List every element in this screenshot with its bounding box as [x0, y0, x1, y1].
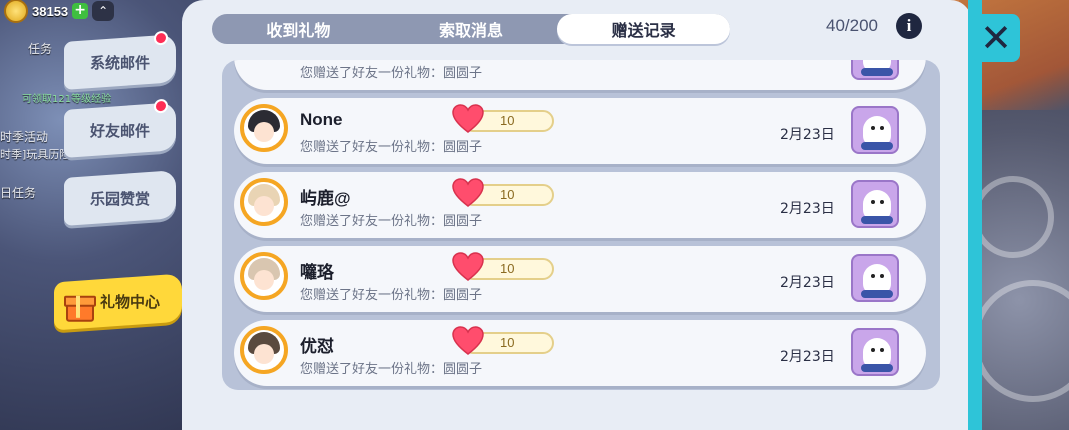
daily-task-label[interactable]: 日任务 — [0, 184, 36, 201]
season-activity-sub-label: 时季]玩具历险 — [0, 148, 71, 161]
background-joystick-icon — [972, 176, 1054, 258]
avatar[interactable] — [240, 178, 288, 226]
seal-plush-icon — [851, 328, 899, 376]
task-label[interactable]: 任务 — [28, 40, 52, 57]
record-date: 2月23日 — [780, 127, 835, 143]
record-description: 您赠送了好友一份礼物：圆圆子 — [300, 66, 483, 81]
heart-icon — [452, 326, 484, 355]
list-item: 优怼 您赠送了好友一份礼物：圆圆子 10 2月23日 — [234, 320, 926, 386]
exp-hint-label: 可领取121等级经验 — [22, 94, 112, 105]
list-item-partial: 您赠送了好友一份礼物：圆圆子 — [234, 60, 926, 90]
record-date: 2月23日 — [780, 349, 835, 365]
info-icon[interactable]: i — [896, 13, 922, 39]
tab-park-appreciation[interactable]: 乐园赞赏 — [64, 170, 176, 226]
tab-sent-records[interactable]: 赠送记录 — [557, 14, 731, 44]
record-list[interactable]: 您赠送了好友一份礼物：圆圆子 None 您赠送了好友一份礼物：圆圆子 10 2月… — [222, 60, 940, 390]
heart-icon — [452, 178, 484, 207]
heart-icon — [452, 104, 484, 133]
season-activity-label[interactable]: 时季活动 — [0, 128, 48, 145]
tab-system-mail-label: 系统邮件 — [89, 53, 150, 72]
friend-name: 囖珞 — [300, 263, 334, 282]
friend-name: None — [300, 110, 343, 129]
record-description: 您赠送了好友一份礼物：圆圆子 — [300, 140, 483, 155]
tab-gift-center[interactable]: 礼物中心 — [54, 273, 182, 331]
coin-value: 38153 — [32, 3, 69, 19]
record-description: 您赠送了好友一份礼物：圆圆子 — [300, 214, 483, 229]
heart-icon — [452, 252, 484, 281]
heart-count: 10 — [500, 261, 515, 276]
seal-plush-icon — [851, 254, 899, 302]
collapse-up-icon[interactable]: ⌃ — [92, 1, 115, 21]
tab-system-mail[interactable]: 系统邮件 — [64, 30, 176, 90]
avatar[interactable] — [240, 326, 288, 374]
record-description: 您赠送了好友一份礼物：圆圆子 — [300, 362, 483, 377]
panel-edge — [968, 0, 982, 430]
tab-park-appreciation-label: 乐园赞赏 — [89, 189, 150, 208]
heart-count: 10 — [500, 113, 515, 128]
avatar[interactable] — [240, 104, 288, 152]
gift-tabs: 收到礼物 索取消息 赠送记录 — [212, 14, 731, 44]
notification-dot — [154, 98, 168, 114]
seal-plush-icon — [851, 180, 899, 228]
close-button[interactable]: ✕ — [972, 14, 1020, 62]
coin-icon — [4, 0, 28, 23]
gift-box-icon — [64, 292, 96, 322]
tab-friend-mail[interactable]: 好友邮件 — [64, 98, 176, 158]
heart-count: 10 — [500, 187, 515, 202]
seal-plush-icon — [851, 60, 899, 80]
tab-request-messages[interactable]: 索取消息 — [385, 14, 558, 44]
add-coin-button[interactable]: + — [72, 3, 89, 19]
tab-friend-mail-label: 好友邮件 — [89, 121, 150, 140]
friend-name: 优怼 — [300, 337, 334, 356]
record-date: 2月23日 — [780, 275, 835, 291]
heart-count: 10 — [500, 335, 515, 350]
tab-gift-center-label: 礼物中心 — [100, 292, 161, 311]
record-description: 您赠送了好友一份礼物：圆圆子 — [300, 288, 483, 303]
avatar[interactable] — [240, 252, 288, 300]
notification-dot — [154, 30, 168, 46]
record-date: 2月23日 — [780, 201, 835, 217]
list-item: 囖珞 您赠送了好友一份礼物：圆圆子 10 2月23日 — [234, 246, 926, 312]
tab-received-gifts[interactable]: 收到礼物 — [212, 14, 385, 44]
list-item: None 您赠送了好友一份礼物：圆圆子 10 2月23日 — [234, 98, 926, 164]
seal-plush-icon — [851, 106, 899, 154]
coin-counter: 38153 + ⌃ — [4, 0, 115, 23]
record-counter: 40/200 — [826, 16, 878, 35]
friend-name: 屿鹿@ — [300, 189, 351, 208]
list-item: 屿鹿@ 您赠送了好友一份礼物：圆圆子 10 2月23日 — [234, 172, 926, 238]
